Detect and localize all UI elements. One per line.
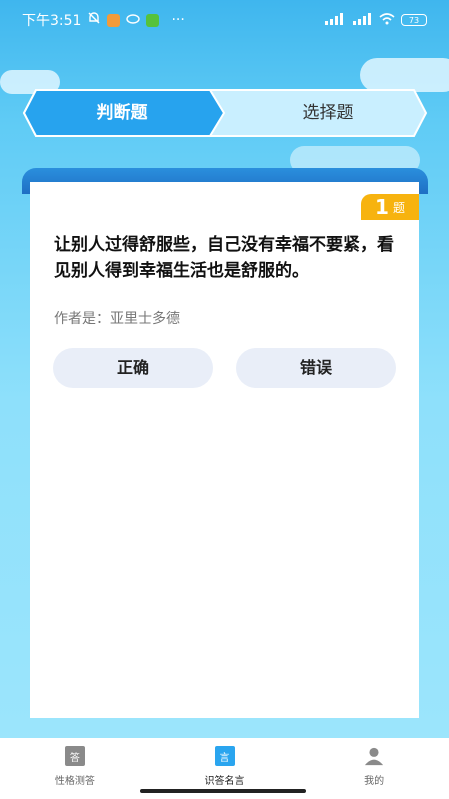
more-dots: ···	[171, 12, 185, 28]
question-text: 让别人过得舒服些，自己没有幸福不要紧，看见别人得到幸福生活也是舒服的。	[54, 235, 394, 281]
cloud-app-icon	[126, 12, 141, 28]
answer-book-icon: 答	[64, 746, 85, 766]
question-type-tabs: 判断题 选择题	[22, 88, 428, 138]
tab-true-false[interactable]: 判断题	[22, 88, 222, 138]
app-notification-icon	[107, 13, 121, 27]
answer-correct-button[interactable]: 正确	[53, 348, 213, 388]
cloud-decoration	[360, 58, 449, 92]
download-icon	[146, 13, 160, 27]
battery-indicator: 73	[401, 14, 427, 26]
question-author: 作者是：亚里士多德	[54, 311, 180, 327]
question-card: 1 题 让别人过得舒服些，自己没有幸福不要紧，看见别人得到幸福生活也是舒服的。 …	[30, 182, 419, 718]
nav-mine[interactable]: 我的	[299, 738, 449, 799]
user-profile-icon	[364, 746, 384, 766]
mute-bell-icon	[87, 11, 101, 29]
answer-wrong-button[interactable]: 错误	[236, 348, 396, 388]
question-number-badge: 1 题	[361, 194, 419, 220]
quote-book-icon: 言	[214, 746, 235, 766]
signal-hd-icon	[323, 12, 345, 28]
status-bar: 下午3:51 ··· 73	[0, 0, 449, 40]
signal-hd-icon-2	[351, 12, 373, 28]
status-time: 下午3:51	[22, 13, 82, 29]
tab-multiple-choice[interactable]: 选择题	[228, 88, 428, 138]
home-indicator[interactable]	[140, 789, 306, 793]
nav-personality-test[interactable]: 答 性格测答	[0, 738, 150, 799]
wifi-icon	[379, 12, 395, 28]
